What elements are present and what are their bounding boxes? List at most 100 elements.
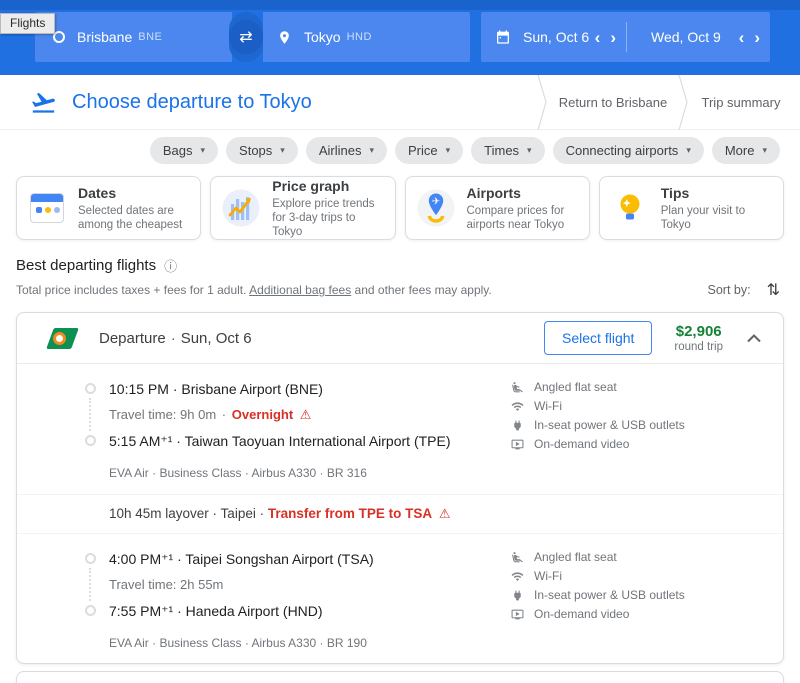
- page-header: Choose departure to Tokyo Return to Bris…: [0, 75, 800, 130]
- dates-card[interactable]: Dates Selected dates are among the cheap…: [16, 176, 202, 240]
- segment1-flight-details: EVA Air · Business Class · Airbus A330 ·…: [109, 466, 367, 480]
- filter-airlines[interactable]: Airlines ▾: [305, 136, 387, 164]
- sort-arrows-icon: ⇅: [766, 282, 780, 299]
- airports-card[interactable]: ✈ Airports Compare prices for airports n…: [404, 176, 590, 240]
- airports-pin-icon: ✈: [416, 188, 456, 228]
- filter-price[interactable]: Price ▾: [394, 136, 464, 164]
- depart-date-value: Sun, Oct 6: [523, 29, 590, 45]
- timeline-destination-dot: [85, 605, 96, 616]
- segment-timeline: [85, 374, 97, 454]
- segment2-flight-details: EVA Air · Business Class · Airbus A330 ·…: [109, 636, 367, 650]
- svg-text:✈: ✈: [431, 196, 439, 207]
- calendar-icon: [495, 29, 511, 45]
- tips-bulb-icon: [610, 188, 650, 228]
- chevron-down-icon: ▾: [280, 144, 285, 155]
- origin-code: BNE: [138, 31, 163, 43]
- flight-card-body: 10:15 PM · Brisbane Airport (BNE) Travel…: [17, 364, 783, 663]
- layover-text: 10h 45m layover · Taipei ·: [109, 506, 265, 521]
- tips-card-title: Tips: [660, 184, 690, 201]
- chevron-down-icon: ▾: [445, 144, 451, 155]
- filter-connecting-airports[interactable]: Connecting airports ▾: [552, 136, 704, 164]
- amenity-row: On-demand video: [511, 605, 763, 624]
- chevron-down-icon: ▾: [686, 144, 691, 155]
- segment1-depart-line: 10:15 PM · Brisbane Airport (BNE): [109, 381, 323, 397]
- price-graph-icon: [221, 188, 261, 228]
- filter-stops[interactable]: Stops ▾: [226, 136, 298, 164]
- return-date-next-button[interactable]: ›: [754, 29, 760, 46]
- depart-date-prev-button[interactable]: ‹: [595, 29, 601, 46]
- destination-city: Tokyo: [304, 29, 341, 45]
- price-value: $2,906: [675, 323, 722, 340]
- amenity-row: In-seat power & USB outlets: [511, 586, 763, 605]
- dates-card-title: Dates: [78, 184, 117, 201]
- flight-result-card: Departure · Sun, Oct 6 Select flight $2,90…: [16, 312, 784, 664]
- flat-seat-icon: [512, 552, 523, 563]
- amenity-row: Wi-Fi: [511, 567, 763, 586]
- step-return-to-brisbane[interactable]: Return to Brisbane: [549, 75, 677, 129]
- fees-note: Total price includes taxes + fees for 1 …: [16, 283, 492, 297]
- departure-date: Sun, Oct 6: [180, 329, 252, 347]
- amenity-row: In-seat power & USB outlets: [511, 416, 763, 435]
- flat-seat-icon: [512, 382, 523, 393]
- departure-label: Departure: [99, 329, 166, 347]
- dates-card-desc: Selected dates are among the cheapest: [78, 204, 183, 231]
- select-flight-button[interactable]: Select flight: [544, 321, 653, 355]
- chevron-down-icon: ▾: [200, 144, 206, 155]
- info-icon[interactable]: ⓘ: [164, 256, 177, 275]
- filter-bags[interactable]: Bags ▾: [149, 136, 219, 164]
- page-title: Choose departure to Tokyo: [72, 90, 312, 113]
- origin-field[interactable]: Brisbane BNE: [35, 12, 232, 62]
- search-topbar: Flights Brisbane BNE ⇄ Tokyo HND Sun, Oc…: [0, 0, 800, 75]
- power-icon: [514, 420, 521, 431]
- overnight-warning: Overnight: [231, 407, 294, 422]
- price-note: round trip: [674, 341, 723, 353]
- flight-card-title: Departure · Sun, Oct 6: [99, 329, 252, 347]
- wifi-icon: [511, 402, 524, 411]
- collapse-chevron-up-icon[interactable]: [747, 333, 761, 343]
- next-flight-card-stub[interactable]: [16, 671, 784, 683]
- step-chevron-icon: [536, 75, 549, 130]
- price-graph-card[interactable]: Price graph Explore price trends for 3-d…: [210, 176, 396, 240]
- tips-card-desc: Plan your visit to Tokyo: [660, 204, 746, 231]
- amenity-row: Angled flat seat: [511, 378, 763, 397]
- tips-card[interactable]: Tips Plan your visit to Tokyo: [598, 176, 784, 240]
- filters-row: Bags ▾ Stops ▾ Airlines ▾ Price ▾ Times …: [0, 130, 800, 170]
- return-date-prev-button[interactable]: ‹: [739, 29, 745, 46]
- warning-triangle-icon: ⚠: [299, 407, 312, 422]
- amenity-row: On-demand video: [511, 435, 763, 454]
- swap-capsule: ⇄: [229, 12, 263, 62]
- additional-bag-fees-link[interactable]: Additional bag fees: [249, 283, 351, 297]
- layover-row: 10h 45m layover · Taipei · Transfer from…: [17, 494, 783, 534]
- depart-date-field[interactable]: Sun, Oct 6 ‹ ›: [481, 12, 626, 62]
- chevron-down-icon: ▾: [527, 144, 532, 155]
- segment1-amenities: Angled flat seat Wi-Fi In-seat power & U…: [511, 374, 763, 481]
- destination-field[interactable]: Tokyo HND: [263, 12, 470, 62]
- video-icon: [511, 609, 524, 620]
- depart-date-next-button[interactable]: ›: [610, 29, 616, 46]
- transfer-warning: Transfer from TPE to TSA: [267, 506, 433, 521]
- location-pin-icon: [277, 30, 292, 45]
- feature-cards-row: Dates Selected dates are among the cheap…: [0, 170, 800, 242]
- origin-city: Brisbane: [77, 29, 133, 45]
- sort-label: Sort by:: [707, 283, 751, 297]
- eva-air-logo: [46, 327, 79, 349]
- results-title: Best departing flights: [16, 257, 157, 274]
- swap-airports-button[interactable]: ⇄: [229, 20, 263, 54]
- dates-field: Sun, Oct 6 ‹ › Wed, Oct 9 ‹ ›: [481, 12, 770, 62]
- filter-more[interactable]: More ▾: [711, 136, 780, 164]
- segment-timeline: [85, 544, 97, 624]
- flights-tooltip: Flights: [0, 13, 56, 34]
- price-block: $2,906 round trip: [674, 323, 723, 353]
- wifi-icon: [511, 572, 524, 581]
- flight-takeoff-icon: [30, 89, 57, 116]
- step-trip-summary[interactable]: Trip summary: [690, 75, 800, 129]
- price-graph-card-desc: Explore price trends for 3-day trips to …: [272, 197, 375, 238]
- calendar-dates-icon: [27, 188, 67, 228]
- segment1-arrive-line: 5:15 AM⁺¹ · Taiwan Taoyuan International…: [109, 433, 451, 449]
- filter-times[interactable]: Times ▾: [471, 136, 545, 164]
- return-date-value: Wed, Oct 9: [651, 29, 721, 45]
- booking-stepper: Return to Brisbane Trip summary: [536, 75, 800, 130]
- return-date-field[interactable]: Wed, Oct 9 ‹ ›: [627, 12, 770, 62]
- flight-card-header: Departure · Sun, Oct 6 Select flight $2,90…: [17, 313, 783, 364]
- sort-control[interactable]: Sort by: ⇅: [708, 280, 780, 300]
